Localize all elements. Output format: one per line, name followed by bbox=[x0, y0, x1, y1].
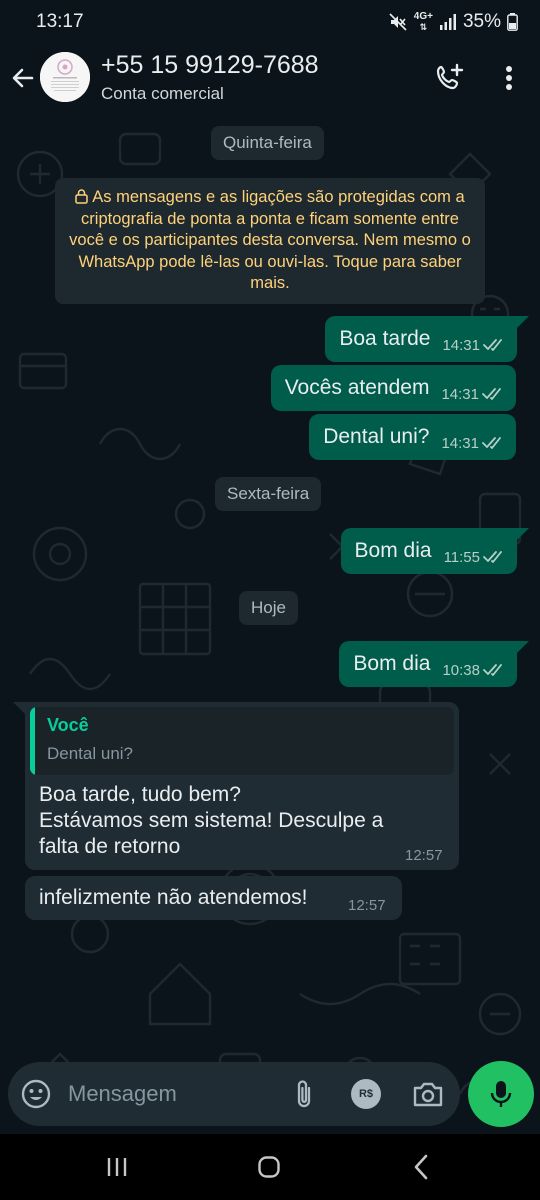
message-bubble-incoming[interactable]: infelizmente não atendemos! 12:57 bbox=[25, 876, 402, 920]
message-time: 14:31 bbox=[442, 336, 480, 354]
business-logo-image bbox=[40, 52, 90, 102]
payment-button[interactable]: R$ bbox=[351, 1079, 381, 1109]
date-separator-thursday: Quinta-feira bbox=[211, 126, 324, 160]
mic-icon bbox=[490, 1081, 512, 1107]
message-time: 14:31 bbox=[441, 434, 479, 452]
emoji-icon bbox=[21, 1079, 51, 1109]
double-check-icon bbox=[483, 339, 502, 351]
message-text: infelizmente não atendemos! bbox=[39, 886, 308, 909]
message-text: Bom dia bbox=[354, 539, 432, 562]
message-text: Bom dia bbox=[353, 652, 431, 675]
network-4g-icon: 4G+ ⇅ bbox=[413, 11, 433, 33]
message-text: Boa tarde, tudo bem? Estávamos sem siste… bbox=[39, 782, 383, 860]
mute-icon bbox=[388, 12, 408, 32]
double-check-icon bbox=[483, 664, 502, 676]
camera-icon bbox=[413, 1082, 443, 1107]
quote-text: Dental uni? bbox=[47, 744, 134, 763]
home-icon bbox=[258, 1156, 280, 1178]
bubble-tail bbox=[517, 528, 529, 540]
chat-area[interactable]: Quinta-feira As mensagens e as ligações … bbox=[0, 114, 540, 1134]
quoted-message[interactable]: Você Dental uni? bbox=[30, 707, 454, 775]
date-separator-today: Hoje bbox=[239, 591, 298, 625]
more-vert-icon bbox=[506, 66, 512, 90]
message-text: Dental uni? bbox=[323, 425, 430, 448]
home-button[interactable] bbox=[252, 1152, 286, 1182]
add-call-button[interactable] bbox=[430, 60, 470, 96]
lock-icon bbox=[75, 189, 89, 204]
message-meta: 10:38 bbox=[442, 662, 505, 679]
message-time: 11:55 bbox=[443, 548, 480, 566]
date-label: Hoje bbox=[251, 598, 286, 617]
back-button[interactable] bbox=[6, 61, 40, 95]
message-bubble-outgoing[interactable]: Vocês atendem 14:31 bbox=[270, 365, 516, 411]
message-meta: 14:31 bbox=[441, 435, 504, 452]
message-time: 10:38 bbox=[442, 661, 480, 679]
message-bubble-outgoing[interactable]: Bom dia 10:38 bbox=[339, 641, 517, 687]
message-input[interactable] bbox=[68, 1080, 278, 1108]
date-label: Quinta-feira bbox=[223, 133, 312, 152]
message-meta: 14:31 bbox=[442, 337, 505, 354]
message-composer: R$ bbox=[8, 1062, 460, 1126]
double-check-icon bbox=[482, 388, 501, 400]
message-text: Vocês atendem bbox=[284, 376, 430, 399]
chat-header: +55 15 99129-7688 Conta comercial bbox=[0, 44, 540, 114]
nav-back-button[interactable] bbox=[404, 1152, 438, 1182]
contact-subtitle[interactable]: Conta comercial bbox=[101, 84, 224, 104]
message-meta: 11:55 bbox=[444, 549, 505, 566]
message-meta: 14:31 bbox=[441, 386, 504, 403]
double-check-icon bbox=[482, 437, 501, 449]
bubble-tail bbox=[517, 641, 529, 653]
message-bubble-outgoing[interactable]: Dental uni? 14:31 bbox=[309, 414, 516, 460]
encryption-notice[interactable]: As mensagens e as ligações são protegida… bbox=[55, 178, 485, 304]
message-text: Boa tarde bbox=[339, 327, 431, 350]
message-time: 14:31 bbox=[441, 385, 479, 403]
contact-name[interactable]: +55 15 99129-7688 bbox=[101, 51, 319, 80]
attach-icon bbox=[297, 1080, 311, 1108]
back-arrow-icon bbox=[12, 68, 34, 88]
recents-icon bbox=[107, 1158, 127, 1176]
status-bar: 13:17 4G+ ⇅ 35% bbox=[0, 0, 540, 44]
system-navigation-bar bbox=[0, 1134, 540, 1200]
recents-button[interactable] bbox=[100, 1152, 134, 1182]
quote-author: Você bbox=[47, 715, 89, 735]
status-time: 13:17 bbox=[36, 11, 84, 32]
battery-icon bbox=[507, 13, 518, 31]
more-options-button[interactable] bbox=[494, 60, 524, 96]
attach-button[interactable] bbox=[288, 1078, 320, 1110]
battery-percent: 35% bbox=[462, 11, 501, 32]
message-time: 12:57 bbox=[348, 897, 386, 914]
emoji-button[interactable] bbox=[20, 1078, 52, 1110]
camera-button[interactable] bbox=[411, 1078, 445, 1110]
bubble-tail bbox=[517, 316, 529, 328]
avatar[interactable] bbox=[40, 52, 90, 102]
date-separator-friday: Sexta-feira bbox=[215, 477, 322, 511]
signal-icon bbox=[439, 13, 457, 31]
message-bubble-outgoing[interactable]: Boa tarde 14:31 bbox=[325, 316, 517, 362]
quote-accent-bar bbox=[30, 707, 35, 775]
bubble-tail bbox=[13, 702, 25, 714]
add-call-icon bbox=[436, 63, 464, 90]
date-label: Sexta-feira bbox=[227, 484, 310, 503]
status-icons: 4G+ ⇅ 35% bbox=[388, 11, 518, 33]
message-line: Estávamos sem sistema! Desculpe a bbox=[39, 809, 384, 832]
nav-back-icon bbox=[414, 1154, 428, 1180]
message-line: Boa tarde, tudo bem? bbox=[39, 783, 241, 806]
message-line: falta de retorno bbox=[39, 835, 181, 858]
voice-record-button[interactable] bbox=[468, 1061, 534, 1127]
message-bubble-incoming[interactable]: Você Dental uni? Boa tarde, tudo bem? Es… bbox=[25, 702, 459, 870]
encryption-text: As mensagens e as ligações são protegida… bbox=[69, 188, 471, 292]
double-check-icon bbox=[483, 551, 502, 563]
message-bubble-outgoing[interactable]: Bom dia 11:55 bbox=[340, 528, 517, 574]
payment-icon: R$ bbox=[358, 1088, 374, 1100]
message-time: 12:57 bbox=[405, 847, 443, 864]
